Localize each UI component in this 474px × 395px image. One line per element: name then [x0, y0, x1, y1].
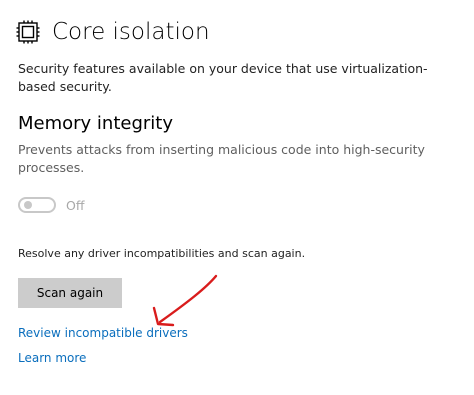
memory-integrity-description: Prevents attacks from inserting maliciou…: [18, 142, 425, 175]
page-title: Core isolation: [52, 19, 210, 45]
toggle-state-label: Off: [66, 198, 85, 213]
resolve-drivers-text: Resolve any driver incompatibilities and…: [18, 247, 306, 260]
page-description: Security features available on your devi…: [18, 61, 428, 94]
toggle-knob: [24, 201, 32, 209]
memory-integrity-title: Memory integrity: [18, 113, 174, 134]
core-isolation-chip-icon: [16, 20, 40, 44]
red-arrow-annotation: [140, 268, 224, 334]
learn-more-link[interactable]: Learn more: [18, 350, 86, 366]
scan-again-button[interactable]: Scan again: [18, 278, 122, 308]
memory-integrity-toggle[interactable]: [18, 197, 56, 213]
